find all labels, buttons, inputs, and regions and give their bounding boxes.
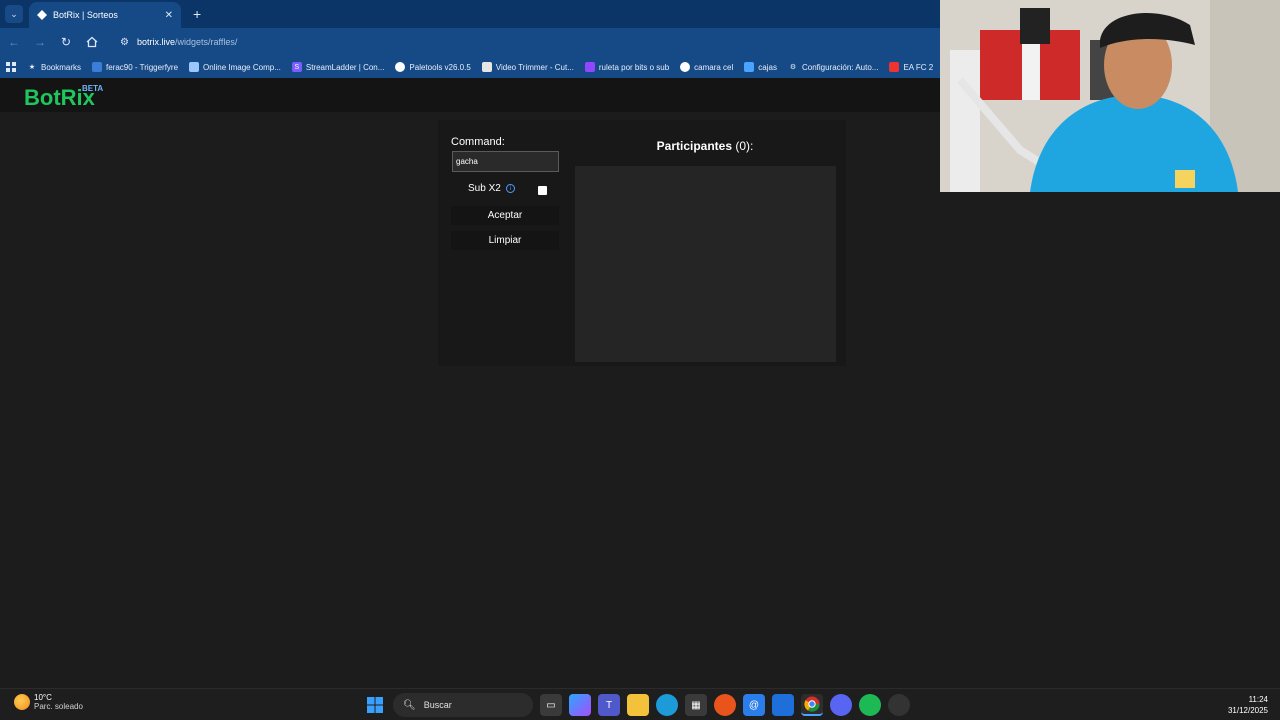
box-icon bbox=[744, 62, 755, 72]
bookmark-item[interactable]: Online Image Comp... bbox=[189, 62, 281, 72]
reload-button[interactable]: ↻ bbox=[54, 30, 78, 54]
apps-grid-icon bbox=[6, 62, 16, 72]
bookmark-item[interactable]: Video Trimmer - Cut... bbox=[481, 62, 574, 72]
bookmark-label: ruleta por bits o sub bbox=[598, 62, 670, 72]
gear-icon: ⚙ bbox=[789, 64, 797, 71]
bookmark-item[interactable]: camara cel bbox=[680, 62, 733, 72]
bookmark-label: Bookmarks bbox=[41, 62, 82, 72]
search-icon: 🔍︎ bbox=[403, 699, 416, 711]
apps-grid-button[interactable] bbox=[6, 62, 16, 72]
ea-icon bbox=[889, 62, 900, 72]
tab-title: BotRix | Sorteos bbox=[53, 10, 118, 20]
bookmark-item[interactable]: ruleta por bits o sub bbox=[584, 62, 670, 72]
search-label: Buscar bbox=[423, 700, 452, 710]
bookmark-label: camara cel bbox=[694, 62, 734, 72]
address-bar[interactable]: ⚙ botrix.live/widgets/raffles/ bbox=[112, 31, 932, 53]
twitch-icon bbox=[584, 62, 595, 72]
home-icon bbox=[86, 36, 98, 48]
participants-count: (0): bbox=[735, 139, 754, 153]
photos-icon[interactable] bbox=[772, 694, 794, 716]
new-tab-button[interactable]: + bbox=[193, 6, 201, 22]
bookmark-label: Online Image Comp... bbox=[203, 62, 281, 72]
site-info-icon[interactable]: ⚙ bbox=[120, 37, 129, 48]
copilot-icon[interactable] bbox=[569, 694, 591, 716]
bookmark-item[interactable]: ferac90 - Triggerfyre bbox=[92, 62, 178, 72]
sub-x2-checkbox[interactable] bbox=[538, 186, 547, 195]
bookmarks-bar: ★ Bookmarks ferac90 - Triggerfyre Online … bbox=[0, 56, 940, 78]
windows-icon bbox=[367, 697, 383, 713]
url-host: botrix.live bbox=[136, 37, 175, 47]
participants-title: Participantes (0): bbox=[574, 139, 836, 153]
command-input[interactable]: gacha bbox=[452, 151, 559, 172]
bookmark-item[interactable]: S StreamLadder | Con... bbox=[291, 62, 385, 72]
bookmark-label: ferac90 - Triggerfyre bbox=[106, 62, 179, 72]
bookmark-label: Paletools v26.0.5 bbox=[409, 62, 471, 72]
bookmark-label: Video Trimmer - Cut... bbox=[495, 62, 574, 72]
weather-widget[interactable]: 10°C Parc. soleado bbox=[14, 693, 83, 711]
screen: ⌄ BotRix | Sorteos ✕ + ← → ↻ ⚙ botrix.li… bbox=[0, 0, 1280, 720]
file-explorer-icon[interactable] bbox=[627, 694, 649, 716]
raffle-panel: Command: gacha Sub X2 i Aceptar Limpiar … bbox=[438, 120, 846, 366]
accept-button[interactable]: Aceptar bbox=[451, 206, 559, 225]
sub-x2-label: Sub X2 i bbox=[468, 183, 515, 194]
clear-button[interactable]: Limpiar bbox=[451, 231, 559, 250]
system-clock[interactable]: 11:24 31/12/2025 bbox=[1228, 694, 1268, 716]
beta-badge: BETA bbox=[82, 84, 104, 93]
url-path: /widgets/raffles/ bbox=[174, 37, 238, 47]
participants-label: Participantes bbox=[656, 139, 733, 153]
browser-toolbar: ← → ↻ ⚙ botrix.live/widgets/raffles/ bbox=[0, 28, 940, 56]
task-view-icon[interactable]: ▭ bbox=[540, 694, 562, 716]
webcam-overlay bbox=[940, 0, 1280, 192]
close-tab-icon[interactable]: ✕ bbox=[165, 10, 173, 21]
home-button[interactable] bbox=[80, 30, 104, 54]
obs-icon[interactable] bbox=[888, 694, 910, 716]
cloud-icon bbox=[189, 62, 200, 72]
weather-condition: Parc. soleado bbox=[34, 702, 83, 711]
sub-x2-text: Sub X2 bbox=[468, 183, 501, 194]
bookmark-item[interactable]: EA FC 2 bbox=[889, 62, 933, 72]
globe-icon bbox=[395, 62, 406, 72]
bookmark-label: StreamLadder | Con... bbox=[305, 62, 385, 72]
bookmark-label: EA FC 2 bbox=[903, 62, 934, 72]
triggerfyre-icon bbox=[92, 62, 103, 72]
active-tab[interactable]: BotRix | Sorteos ✕ bbox=[29, 2, 181, 28]
participants-list[interactable] bbox=[575, 166, 836, 362]
back-button[interactable]: ← bbox=[2, 30, 26, 54]
store-icon[interactable]: ▦ bbox=[685, 694, 707, 716]
bookmark-item[interactable]: cajas bbox=[744, 62, 777, 72]
start-button[interactable] bbox=[364, 694, 386, 716]
spotify-icon[interactable] bbox=[859, 694, 881, 716]
taskbar-search[interactable]: 🔍︎ Buscar bbox=[393, 693, 533, 717]
taskbar: 10°C Parc. soleado 🔍︎ Buscar ▭ T ▦ @ 11:… bbox=[0, 688, 1280, 720]
clock-date: 31/12/2025 bbox=[1227, 706, 1268, 715]
command-label: Command: bbox=[451, 136, 505, 148]
teams-icon[interactable]: T bbox=[598, 694, 620, 716]
streamladder-icon: S bbox=[291, 62, 302, 72]
bookmark-label: cajas bbox=[758, 62, 777, 72]
webcam-person-image bbox=[940, 0, 1280, 192]
camera-icon bbox=[680, 62, 691, 72]
app-header: BotRix BETA bbox=[0, 78, 940, 112]
tab-strip: ⌄ BotRix | Sorteos ✕ + bbox=[0, 0, 940, 28]
botrix-favicon-icon bbox=[37, 10, 47, 20]
video-icon bbox=[481, 62, 492, 72]
bookmark-label: Configuración: Auto... bbox=[801, 62, 879, 72]
star-icon: ★ bbox=[28, 64, 36, 71]
weather-icon bbox=[14, 694, 30, 710]
edge-icon[interactable] bbox=[656, 694, 678, 716]
mail-icon[interactable]: @ bbox=[743, 694, 765, 716]
app-orange-icon[interactable] bbox=[714, 694, 736, 716]
chrome-icon[interactable] bbox=[801, 694, 823, 716]
discord-icon[interactable] bbox=[830, 694, 852, 716]
info-icon[interactable]: i bbox=[505, 184, 515, 193]
forward-button[interactable]: → bbox=[28, 30, 52, 54]
bookmark-item[interactable]: Paletools v26.0.5 bbox=[395, 62, 471, 72]
clock-time: 11:24 bbox=[1248, 695, 1268, 704]
taskbar-icons: 🔍︎ Buscar ▭ T ▦ @ bbox=[364, 693, 917, 717]
bookmark-item[interactable]: ★ Bookmarks bbox=[27, 62, 81, 72]
bookmark-item[interactable]: ⚙ Configuración: Auto... bbox=[788, 62, 879, 72]
temperature: 10°C bbox=[34, 693, 52, 702]
tab-search-button[interactable]: ⌄ bbox=[5, 5, 23, 23]
